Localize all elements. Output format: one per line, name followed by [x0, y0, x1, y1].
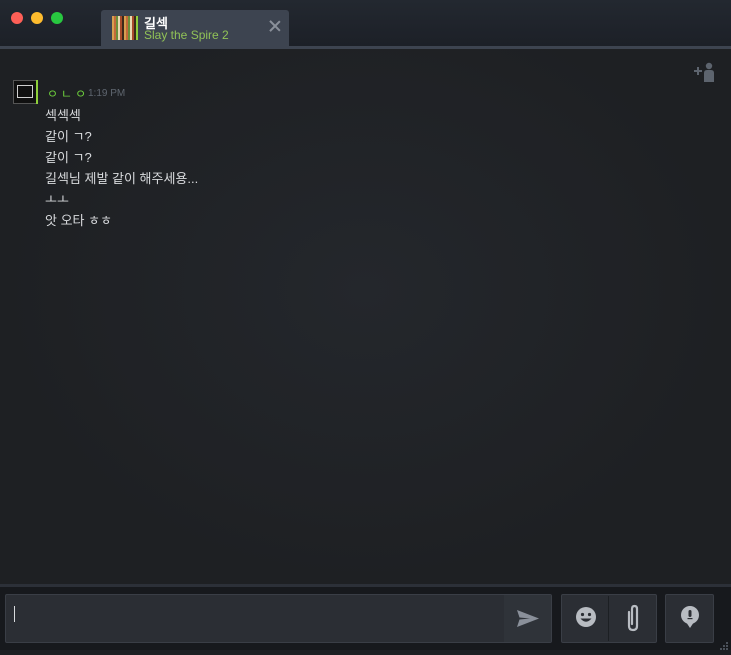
chat-tab[interactable]: 길섹 Slay the Spire 2 — [101, 10, 289, 46]
window-minimize-button[interactable] — [31, 12, 43, 24]
send-icon — [517, 610, 539, 627]
composer — [0, 587, 731, 650]
emoji-button[interactable] — [563, 596, 608, 641]
avatar-image — [17, 85, 33, 98]
message-line: 같이 ㄱ? — [45, 129, 92, 144]
resize-handle[interactable] — [719, 637, 729, 650]
close-icon[interactable] — [268, 19, 282, 33]
message-line: 길섹님 제발 같이 해주세용... — [45, 171, 199, 186]
paperclip-icon — [627, 604, 639, 632]
message-input[interactable] — [5, 594, 552, 643]
title-bar: 길섹 Slay the Spire 2 — [0, 0, 731, 47]
message-line: 같이 ㄱ? — [45, 150, 92, 165]
sender-name[interactable]: ㅇㄴㅇ — [47, 85, 89, 102]
send-button[interactable] — [504, 595, 551, 642]
message-list: 섹섹섹 같이 ㄱ? 같이 ㄱ? 길섹님 제발 같이 해주세용... ㅗㅗ 앗 오… — [45, 105, 198, 231]
chat-log: ㅇㄴㅇ 1:19 PM 섹섹섹 같이 ㄱ? 같이 ㄱ? 길섹님 제발 같이 해주… — [0, 49, 731, 584]
window-close-button[interactable] — [11, 12, 23, 24]
in-game-status-bar — [136, 16, 138, 40]
emoji-icon — [576, 607, 596, 627]
friend-avatar — [112, 16, 136, 40]
message-timestamp: 1:19 PM — [88, 88, 126, 99]
message-line: 앗 오타 ㅎㅎ — [45, 213, 113, 228]
tab-game-name: Slay the Spire 2 — [144, 28, 229, 42]
voice-chat-icon — [681, 606, 699, 628]
window-maximize-button[interactable] — [51, 12, 63, 24]
attach-button[interactable] — [610, 596, 655, 641]
sender-status-bar — [36, 80, 38, 104]
text-caret — [14, 606, 15, 622]
voice-chat-button[interactable] — [665, 594, 714, 643]
add-friend-icon[interactable] — [693, 61, 719, 85]
message-line: 섹섹섹 — [45, 108, 81, 123]
composer-actions — [561, 594, 657, 643]
button-divider — [608, 596, 609, 641]
sender-avatar[interactable] — [13, 80, 37, 104]
message-line: ㅗㅗ — [45, 192, 69, 207]
